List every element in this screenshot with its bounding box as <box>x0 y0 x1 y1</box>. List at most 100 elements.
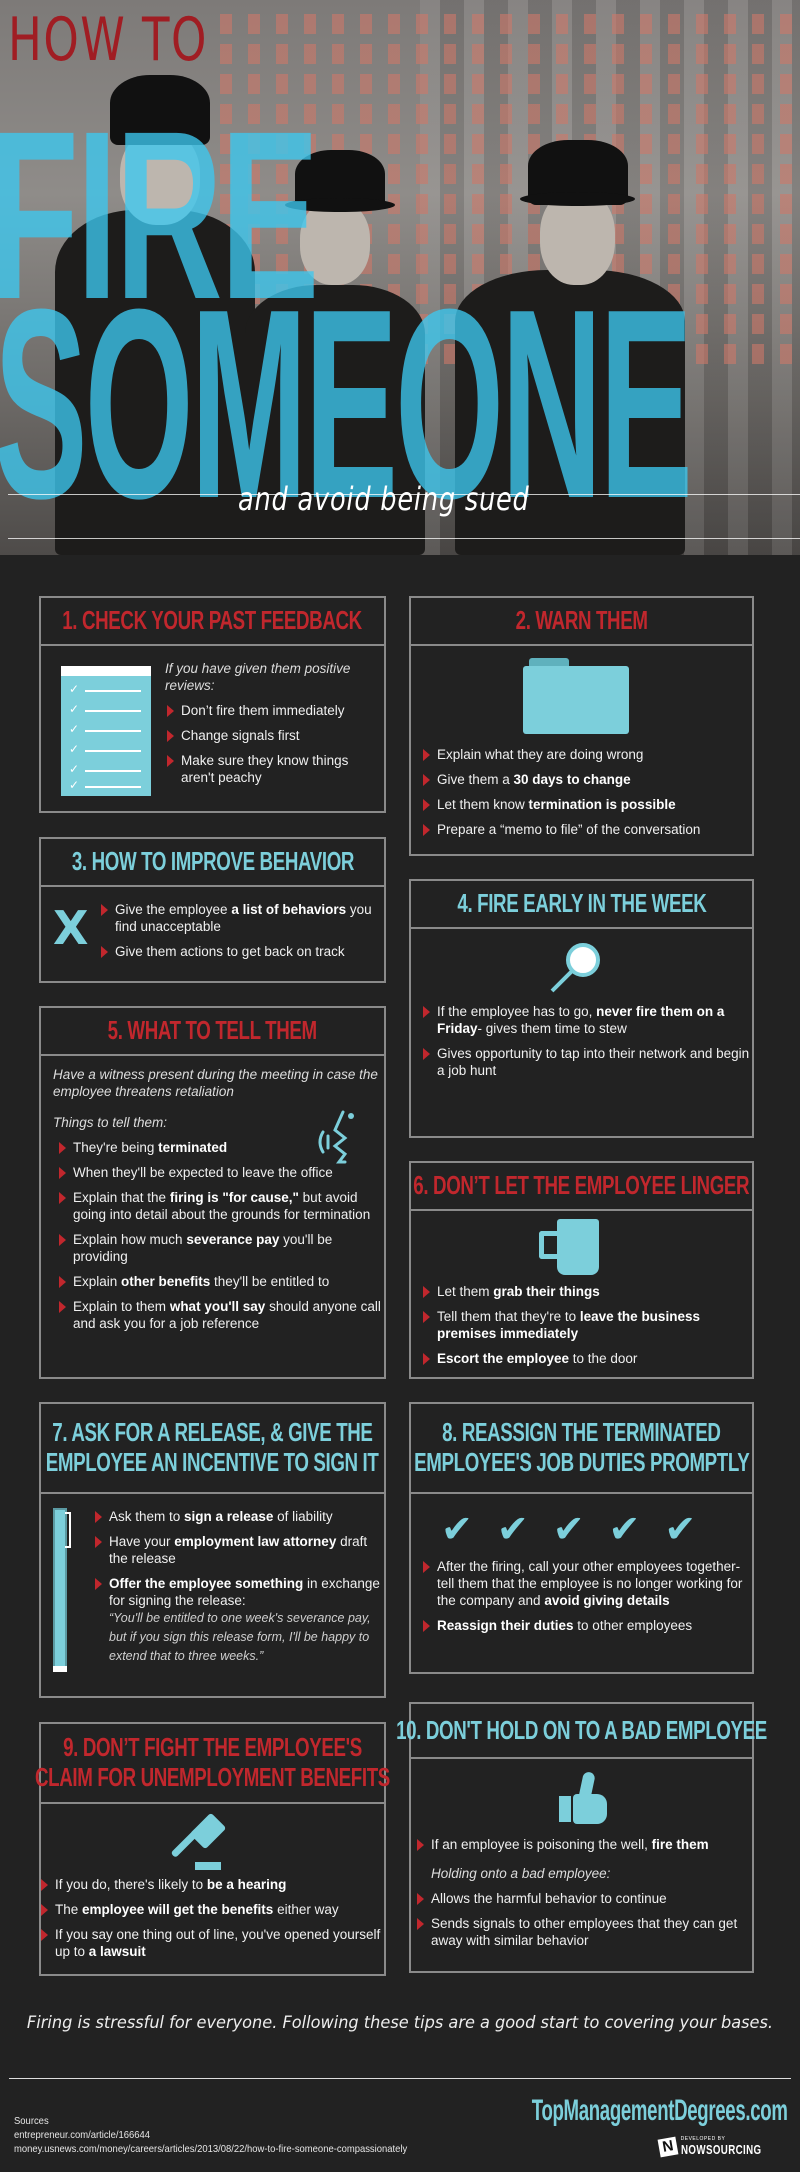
card-header: 9. DON’T FIGHT THE EMPLOYEE'S CLAIM FOR … <box>35 1724 390 1804</box>
mug-icon <box>539 1219 599 1277</box>
card-header: 8. REASSIGN THE TERMINATED EMPLOYEE'S JO… <box>411 1404 752 1494</box>
bullet-emphasis: what you'll say <box>169 1299 266 1314</box>
bullet-emphasis: firing is "for cause," <box>169 1190 299 1205</box>
source-link[interactable]: entrepreneur.com/article/166644 <box>14 2128 407 2142</box>
bullet-emphasis: employee will get the benefits <box>82 1902 274 1917</box>
hat-brim <box>520 192 635 206</box>
card-reassign-duties: 8. REASSIGN THE TERMINATED EMPLOYEE'S JO… <box>409 1402 754 1674</box>
bullet-emphasis: grab their things <box>493 1284 600 1299</box>
card-what-to-tell-them: 5. WHAT TO TELL THEM Have a witness pres… <box>39 1006 386 1379</box>
card-dont-fight-unemployment: 9. DON’T FIGHT THE EMPLOYEE'S CLAIM FOR … <box>35 1722 390 1976</box>
bullet-item: If you say one thing out of line, you've… <box>39 1926 385 1960</box>
bullet-emphasis: 30 days to change <box>513 772 631 787</box>
bullet-item: Explain to them what you'll say should a… <box>57 1298 383 1332</box>
folder-icon <box>523 658 629 734</box>
bullet-emphasis: a list of behaviors <box>231 902 347 917</box>
card-dont-hold-bad-employee: 10. DON'T HOLD ON TO A BAD EMPLOYEE If a… <box>396 1702 767 1973</box>
bullet-item: Give the employee a list of behaviors yo… <box>99 901 385 935</box>
bullet-item: If an employee is poisoning the well, fi… <box>415 1836 755 1853</box>
card-title: 10. DON'T HOLD ON TO A BAD EMPLOYEE <box>396 1714 767 1745</box>
bullet-emphasis: employment law attorney <box>174 1534 337 1549</box>
bullet-emphasis: Reassign their duties <box>437 1618 574 1633</box>
bullet-emphasis: Escort the employee <box>437 1351 570 1366</box>
card-improve-behavior: 3. HOW TO IMPROVE BEHAVIOR X Give the em… <box>39 837 386 983</box>
bullet-item: Prepare a “memo to file” of the conversa… <box>421 821 751 838</box>
bullet-emphasis: fire them <box>651 1837 709 1852</box>
bullet-list: If an employee is poisoning the well, fi… <box>415 1836 755 1853</box>
bullet-item: Give them actions to get back on track <box>99 943 385 960</box>
card-header: 3. HOW TO IMPROVE BEHAVIOR <box>41 839 384 887</box>
bullet-list: Don’t fire them immediately Change signal… <box>165 702 380 786</box>
sources-label: Sources <box>14 2115 49 2127</box>
card-title-line2: CLAIM FOR UNEMPLOYMENT BENEFITS <box>35 1762 390 1792</box>
bullet-item: The employee will get the benefits eithe… <box>39 1901 385 1918</box>
card-ask-for-release: 7. ASK FOR A RELEASE, & GIVE THE EMPLOYE… <box>39 1402 386 1698</box>
bullet-item: Explain what they are doing wrong <box>421 746 751 763</box>
footer-divider <box>9 2078 791 2079</box>
bullet-list: If the employee has to go, never fire th… <box>421 1003 751 1079</box>
bullet-list: They're being terminated When they'll be … <box>57 1139 383 1332</box>
bullet-list: Let them grab their things Tell them that… <box>421 1283 751 1367</box>
bullet-emphasis: termination is possible <box>528 797 676 812</box>
card-intro: Have a witness present during the meetin… <box>53 1067 378 1099</box>
card-intro-secondary: Things to tell them: <box>53 1115 168 1130</box>
bullet-emphasis: terminated <box>158 1140 228 1155</box>
bullet-emphasis: a lawsuit <box>88 1944 146 1959</box>
bullet-item: Make sure they know things aren't peachy <box>165 752 380 786</box>
card-title: 3. HOW TO IMPROVE BEHAVIOR <box>71 846 354 877</box>
bullet-item: Don’t fire them immediately <box>165 702 380 719</box>
bullet-emphasis: Offer the employee something <box>109 1576 304 1591</box>
x-icon: X <box>53 901 89 955</box>
bullet-item: After the firing, call your other employ… <box>421 1558 751 1609</box>
bullet-emphasis: sign a release <box>184 1509 274 1524</box>
bullet-item: Have your employment law attorney draft … <box>93 1533 383 1567</box>
card-fire-early-in-week: 4. FIRE EARLY IN THE WEEK If the employe… <box>409 879 754 1138</box>
title-line-how-to: HOW TO <box>8 5 208 75</box>
bullet-item: If the employee has to go, never fire th… <box>421 1003 751 1037</box>
bullet-item: Let them grab their things <box>421 1283 751 1300</box>
bullet-item: Let them know termination is possible <box>421 796 751 813</box>
card-dont-let-linger: 6. DON’T LET THE EMPLOYEE LINGER Let the… <box>409 1161 754 1379</box>
checkmark-icon: ✔ <box>664 1507 697 1551</box>
card-title: 4. FIRE EARLY IN THE WEEK <box>457 888 706 919</box>
source-link[interactable]: money.usnews.com/money/careers/articles/… <box>14 2142 407 2156</box>
card-title: 1. CHECK YOUR PAST FEEDBACK <box>62 605 363 636</box>
bullet-item: Explain how much severance pay you'll be… <box>57 1231 383 1265</box>
bullet-item: They're being terminated <box>57 1139 383 1156</box>
bullet-list: Ask them to sign a release of liability H… <box>93 1508 383 1609</box>
bullet-item: Sends signals to other employees that th… <box>415 1915 755 1949</box>
bullet-item: Escort the employee to the door <box>421 1350 751 1367</box>
gavel-icon <box>170 1812 231 1874</box>
card-check-past-feedback: 1. CHECK YOUR PAST FEEDBACK ✓ ✓ ✓ ✓ ✓ ✓ … <box>39 596 386 813</box>
bullet-item: Change signals first <box>165 727 380 744</box>
card-title: 5. WHAT TO TELL THEM <box>107 1015 318 1046</box>
developer-name: NOWSOURCING <box>680 2142 762 2157</box>
card-header: 2. WARN THEM <box>411 598 752 646</box>
card-title: 7. ASK FOR A RELEASE, & GIVE THE <box>52 1417 373 1448</box>
pen-icon <box>53 1508 71 1672</box>
bullet-list: Allows the harmful behavior to continue S… <box>415 1890 755 1949</box>
checkmark-icon: ✔ <box>552 1507 585 1551</box>
bullet-emphasis: be a hearing <box>206 1877 287 1892</box>
bullet-item: Explain other benefits they'll be entitl… <box>57 1273 383 1290</box>
checkmark-icon: ✔ <box>441 1507 473 1551</box>
brand-logo[interactable]: TopManagementDegrees.com <box>532 2094 788 2128</box>
bullet-emphasis: leave the business premises immediately <box>437 1309 700 1341</box>
card-header: 1. CHECK YOUR PAST FEEDBACK <box>41 598 384 646</box>
developer-logo[interactable]: N DEVELOPED BY NOWSOURCING <box>657 2136 788 2157</box>
card-title: 8. REASSIGN THE TERMINATED <box>442 1417 721 1448</box>
card-header: 6. DON’T LET THE EMPLOYEE LINGER <box>411 1163 752 1211</box>
bullet-item: Gives opportunity to tap into their netw… <box>421 1045 751 1079</box>
hero-banner: HOW TO FIRE SOMEONE and avoid being sued <box>0 0 800 555</box>
checkmarks-icon: ✔ ✔ ✔ ✔ ✔ <box>441 1510 696 1548</box>
checklist-icon: ✓ ✓ ✓ ✓ ✓ ✓ <box>61 666 151 796</box>
card-title: 9. DON’T FIGHT THE EMPLOYEE'S <box>63 1732 362 1763</box>
magnifier-icon <box>548 943 608 1003</box>
card-title: 6. DON’T LET THE EMPLOYEE LINGER <box>413 1170 750 1201</box>
card-header: 4. FIRE EARLY IN THE WEEK <box>411 881 752 929</box>
divider <box>8 538 800 539</box>
bullet-list: Explain what they are doing wrong Give th… <box>421 746 751 838</box>
bullet-item: Reassign their duties to other employees <box>421 1617 751 1634</box>
subtitle: and avoid being sued <box>238 480 530 518</box>
bullet-list: Give the employee a list of behaviors yo… <box>99 901 385 960</box>
